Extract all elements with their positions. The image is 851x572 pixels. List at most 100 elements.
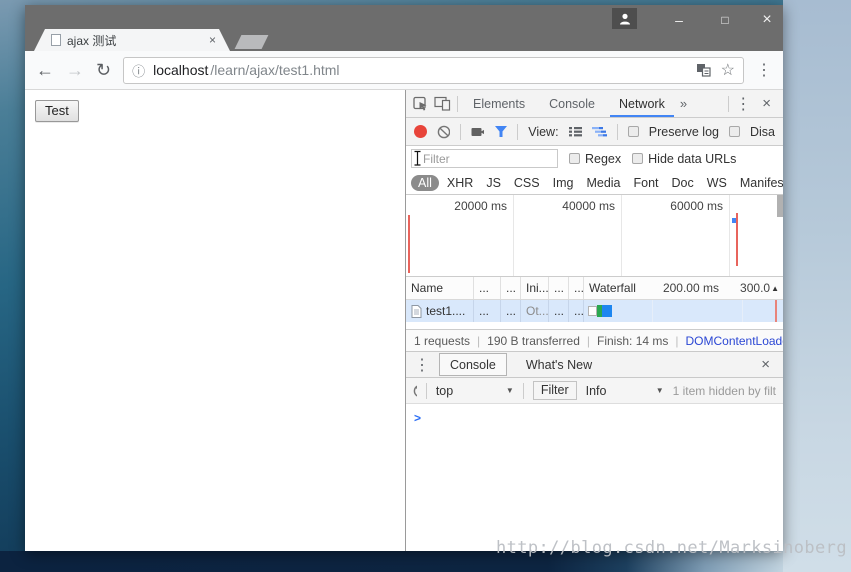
console-prompt-icon[interactable]: > [414,411,421,425]
network-overview-timeline[interactable]: 20000 ms 40000 ms 60000 ms [406,195,783,277]
network-filter-bar: Regex Hide data URLs [406,146,783,171]
type-filter-xhr[interactable]: XHR [442,175,478,191]
console-filter-button[interactable]: Filter [533,381,577,400]
requests-table-empty-area [406,322,783,329]
devtools-menu-button[interactable]: ⋮ [735,94,751,114]
disable-cache-checkbox[interactable] [729,126,740,137]
document-icon [411,305,422,318]
person-icon [619,13,631,25]
column-type[interactable]: ... [501,277,521,299]
type-filter-img[interactable]: Img [548,175,579,191]
log-level-dropdown[interactable]: Info ▼ [586,384,664,398]
context-value: top [436,384,453,398]
summary-separator: | [675,334,678,348]
column-time[interactable]: ... [569,277,584,299]
type-filter-manifest[interactable]: Manifest [735,175,783,191]
load-event-line [408,215,410,273]
test-button[interactable]: Test [35,100,79,122]
view-waterfall-icon[interactable] [592,126,607,137]
request-row[interactable]: test1.... ... ... Ot... ... ... [406,300,783,322]
titlebar[interactable]: ajax 测试 × – □ × [25,5,783,51]
request-name: test1.... [426,304,465,318]
tab-elements[interactable]: Elements [464,90,534,117]
console-toolbar: top ▼ Filter Info ▼ 1 item hidden by fil… [406,378,783,404]
drawer-menu-button[interactable]: ⋮ [414,355,430,375]
minimize-button[interactable]: – [663,7,695,33]
view-list-icon[interactable] [569,126,583,137]
maximize-button[interactable]: □ [709,7,741,33]
reload-button[interactable]: ↻ [96,61,111,79]
tab-console[interactable]: Console [540,90,604,117]
summary-finish: Finish: 14 ms [597,334,668,348]
summary-separator: | [587,334,590,348]
devtools-tabbar: Elements Console Network » ⋮ × [406,90,783,118]
type-filter-all[interactable]: All [411,175,439,191]
overview-scrollbar-thumb[interactable] [777,195,783,217]
page-favicon-icon [51,34,61,46]
tab-network[interactable]: Network [610,90,674,117]
filter-funnel-icon[interactable] [494,125,507,138]
window-close-button[interactable]: × [751,7,783,33]
request-size: ... [549,300,569,322]
request-initiator: Ot... [521,300,549,322]
more-tabs-icon[interactable]: » [680,96,687,111]
devtools-close-button[interactable]: × [757,95,776,112]
overview-gridline [513,195,514,276]
bookmark-star-icon[interactable]: ☆ [721,60,735,80]
tab-close-icon[interactable]: × [209,34,216,46]
type-filter-doc[interactable]: Doc [667,175,699,191]
regex-checkbox[interactable] [569,153,580,164]
drawer-tab-console[interactable]: Console [439,353,507,376]
summary-domcontentloaded: DOMContentLoade... [686,334,784,348]
record-button[interactable] [414,125,427,138]
browser-tab[interactable]: ajax 测试 × [34,29,230,51]
drawer-close-button[interactable]: × [756,356,775,373]
type-filter-media[interactable]: Media [581,175,625,191]
type-filter-js[interactable]: JS [481,175,506,191]
capture-screenshots-icon[interactable] [471,127,485,137]
column-initiator[interactable]: Ini... [521,277,549,299]
clear-console-icon[interactable] [413,384,417,398]
column-size[interactable]: ... [549,277,569,299]
execution-context-dropdown[interactable]: top ▼ [436,384,514,398]
separator [457,96,458,112]
csdn-watermark: http://blog.csdn.net/Marksinoberg [496,538,847,558]
hide-data-urls-checkbox[interactable] [632,153,643,164]
browser-menu-button[interactable]: ⋮ [756,60,772,80]
hide-data-urls-label: Hide data URLs [648,152,736,166]
chevron-down-icon: ▼ [656,386,664,395]
page-info-icon[interactable]: ⓘ [132,61,145,80]
url-bar[interactable]: ⓘ localhost /learn/ajax/test1.html ☆ [123,57,744,84]
waterfall-scale-tick: 300.0 [740,281,770,295]
inspect-element-icon[interactable] [413,96,428,112]
translate-icon[interactable] [696,63,711,77]
back-button[interactable]: ← [36,61,54,79]
network-filter-input[interactable] [411,149,558,168]
column-waterfall[interactable]: Waterfall 200.00 ms 300.0 ▲ [584,277,783,299]
drawer-tab-whats-new[interactable]: What's New [516,352,602,377]
separator [617,124,618,140]
devtools-panel: Elements Console Network » ⋮ × [405,90,783,551]
column-name[interactable]: Name [406,277,474,299]
forward-button[interactable]: → [66,61,84,79]
waterfall-waiting-bar [588,306,597,316]
type-filter-ws[interactable]: WS [702,175,732,191]
summary-separator: | [477,334,480,348]
preserve-log-checkbox[interactable] [628,126,639,137]
type-filter-css[interactable]: CSS [509,175,545,191]
separator [728,96,729,112]
mouse-text-cursor [413,150,422,167]
new-tab-button[interactable] [235,35,269,49]
page-viewport: Test [25,90,405,551]
load-event-line [775,300,777,322]
clear-requests-icon[interactable] [437,125,450,139]
overview-tick-label: 60000 ms [670,199,729,213]
column-status[interactable]: ... [474,277,501,299]
console-output-area[interactable]: > [406,404,783,551]
type-filter-font[interactable]: Font [629,175,664,191]
profile-button[interactable] [612,8,637,29]
browser-window: ajax 测试 × – □ × ← → ↻ ⓘ localhost /learn… [25,5,783,551]
request-type-filters: All XHR JS CSS Img Media Font Doc WS Man… [406,171,783,195]
device-toolbar-icon[interactable] [434,96,451,111]
view-label: View: [528,125,558,139]
